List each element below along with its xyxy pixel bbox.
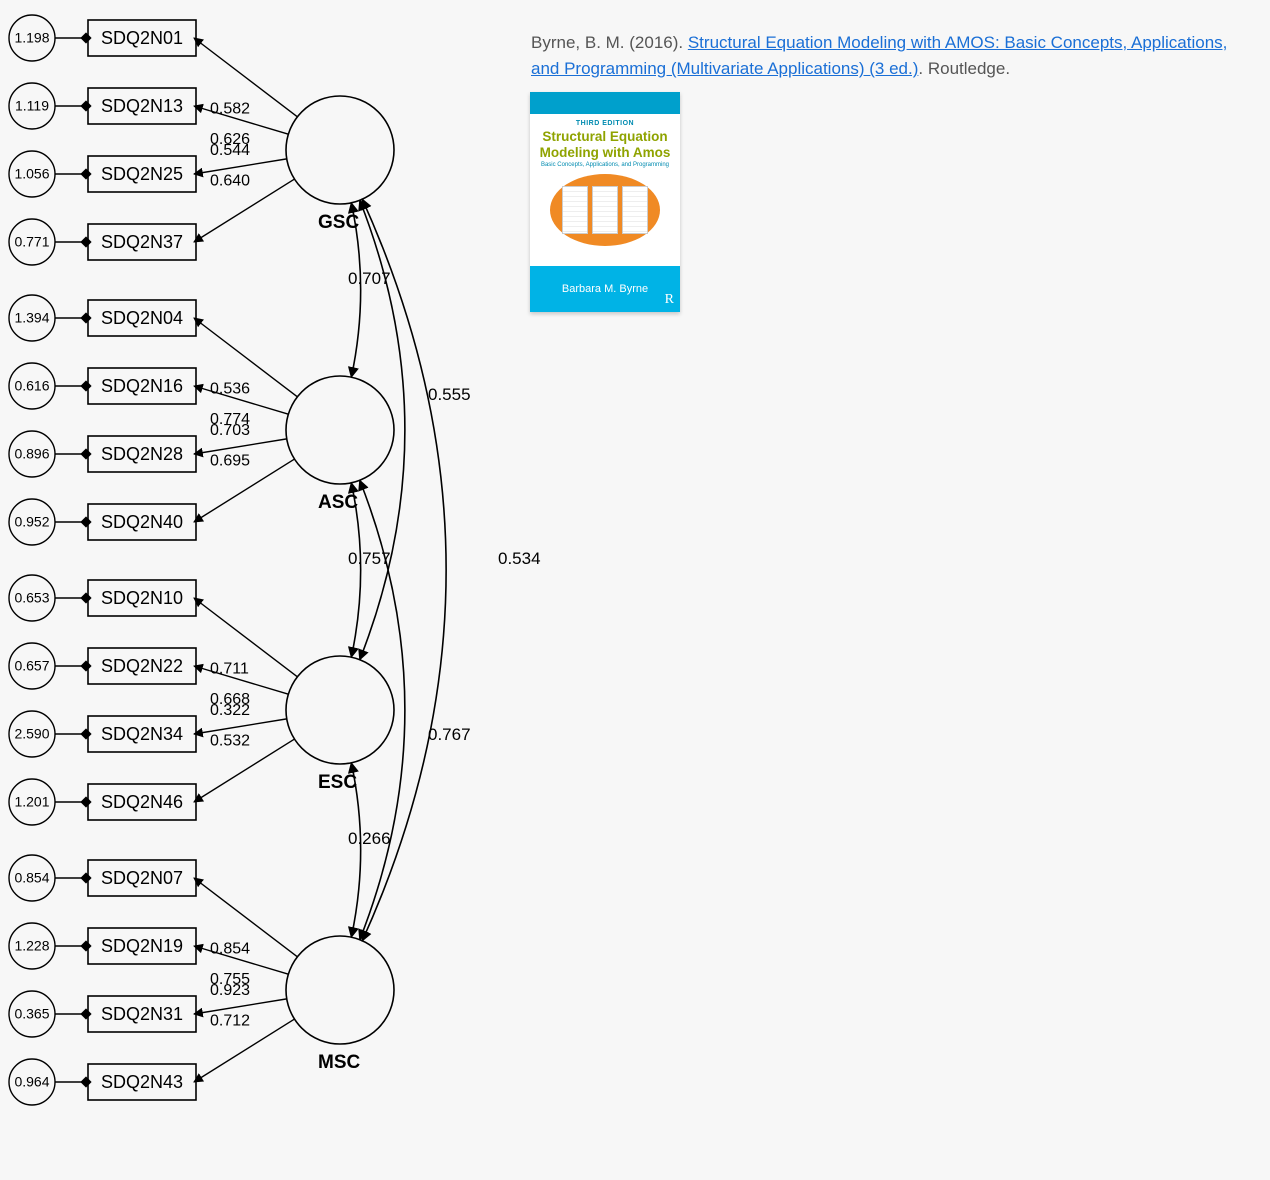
- error-value: 0.657: [14, 658, 49, 674]
- book-middle: THIRD EDITION Structural Equation Modeli…: [530, 114, 680, 266]
- error-value: 1.228: [14, 938, 49, 954]
- indicator-label: SDQ2N34: [101, 724, 183, 744]
- error-value: 0.771: [14, 234, 49, 250]
- indicator-label: SDQ2N07: [101, 868, 183, 888]
- error-value: 0.896: [14, 446, 49, 462]
- citation-text: Byrne, B. M. (2016). Structural Equation…: [531, 30, 1251, 83]
- indicator-label: SDQ2N22: [101, 656, 183, 676]
- indicator-label: SDQ2N10: [101, 588, 183, 608]
- citation-trailing: . Routledge.: [918, 59, 1010, 78]
- covariance-value: 0.767: [428, 725, 471, 744]
- book-edition: THIRD EDITION: [536, 120, 674, 127]
- indicator-label: SDQ2N37: [101, 232, 183, 252]
- loading-value: 0.711: [210, 661, 249, 678]
- book-cover[interactable]: THIRD EDITION Structural Equation Modeli…: [530, 92, 680, 312]
- latent-gsc: [286, 96, 394, 204]
- indicator-label: SDQ2N40: [101, 512, 183, 532]
- latent-label-msc: MSC: [318, 1052, 361, 1073]
- indicator-label: SDQ2N04: [101, 308, 183, 328]
- error-value: 0.952: [14, 514, 49, 530]
- loading-value: 0.544: [210, 142, 250, 159]
- book-title: Structural Equation Modeling with Amos: [536, 129, 674, 160]
- error-value: 1.056: [14, 166, 49, 182]
- error-value: 0.365: [14, 1006, 49, 1022]
- loading-value: 0.923: [210, 982, 250, 999]
- indicator-label: SDQ2N01: [101, 28, 183, 48]
- loading-value: 0.695: [210, 452, 250, 469]
- covariance-value: 0.555: [428, 385, 471, 404]
- indicator-label: SDQ2N46: [101, 792, 183, 812]
- indicator-label: SDQ2N28: [101, 444, 183, 464]
- indicator-label: SDQ2N25: [101, 164, 183, 184]
- error-value: 0.964: [14, 1074, 49, 1090]
- book-illustration: [550, 174, 660, 246]
- indicator-label: SDQ2N19: [101, 936, 183, 956]
- latent-asc: [286, 376, 394, 484]
- loading-value: 0.712: [210, 1012, 250, 1029]
- latent-label-asc: ASC: [318, 492, 358, 513]
- citation-author: Byrne, B. M. (2016).: [531, 33, 688, 52]
- indicator-label: SDQ2N43: [101, 1072, 183, 1092]
- indicator-label: SDQ2N16: [101, 376, 183, 396]
- latent-esc: [286, 656, 394, 764]
- covariance-value: 0.266: [348, 829, 391, 848]
- book-publisher-mark: R: [665, 292, 674, 308]
- loading-value: 0.703: [210, 422, 250, 439]
- loading-value: 0.536: [210, 381, 250, 398]
- covariance-value: 0.534: [498, 549, 541, 568]
- loading-value: 0.532: [210, 732, 250, 749]
- book-author: Barbara M. Byrne: [562, 283, 648, 295]
- loading-value: 0.854: [210, 941, 250, 958]
- error-value: 0.854: [14, 870, 49, 886]
- error-value: 1.394: [14, 310, 49, 326]
- book-subtitle: Basic Concepts, Applications, and Progra…: [536, 162, 674, 168]
- loading-value: 0.640: [210, 172, 250, 189]
- book-topbar: [530, 92, 680, 114]
- loading-value: 0.322: [210, 702, 250, 719]
- error-value: 1.198: [14, 30, 49, 46]
- error-value: 0.653: [14, 590, 49, 606]
- loading-value: 0.582: [210, 101, 250, 118]
- indicator-label: SDQ2N31: [101, 1004, 183, 1024]
- latent-msc: [286, 936, 394, 1044]
- error-value: 0.616: [14, 378, 49, 394]
- indicator-label: SDQ2N13: [101, 96, 183, 116]
- error-value: 2.590: [14, 726, 49, 742]
- error-value: 1.119: [15, 98, 49, 114]
- latent-label-esc: ESC: [318, 772, 357, 793]
- error-value: 1.201: [14, 794, 49, 810]
- book-bottom: Barbara M. Byrne R: [530, 266, 680, 312]
